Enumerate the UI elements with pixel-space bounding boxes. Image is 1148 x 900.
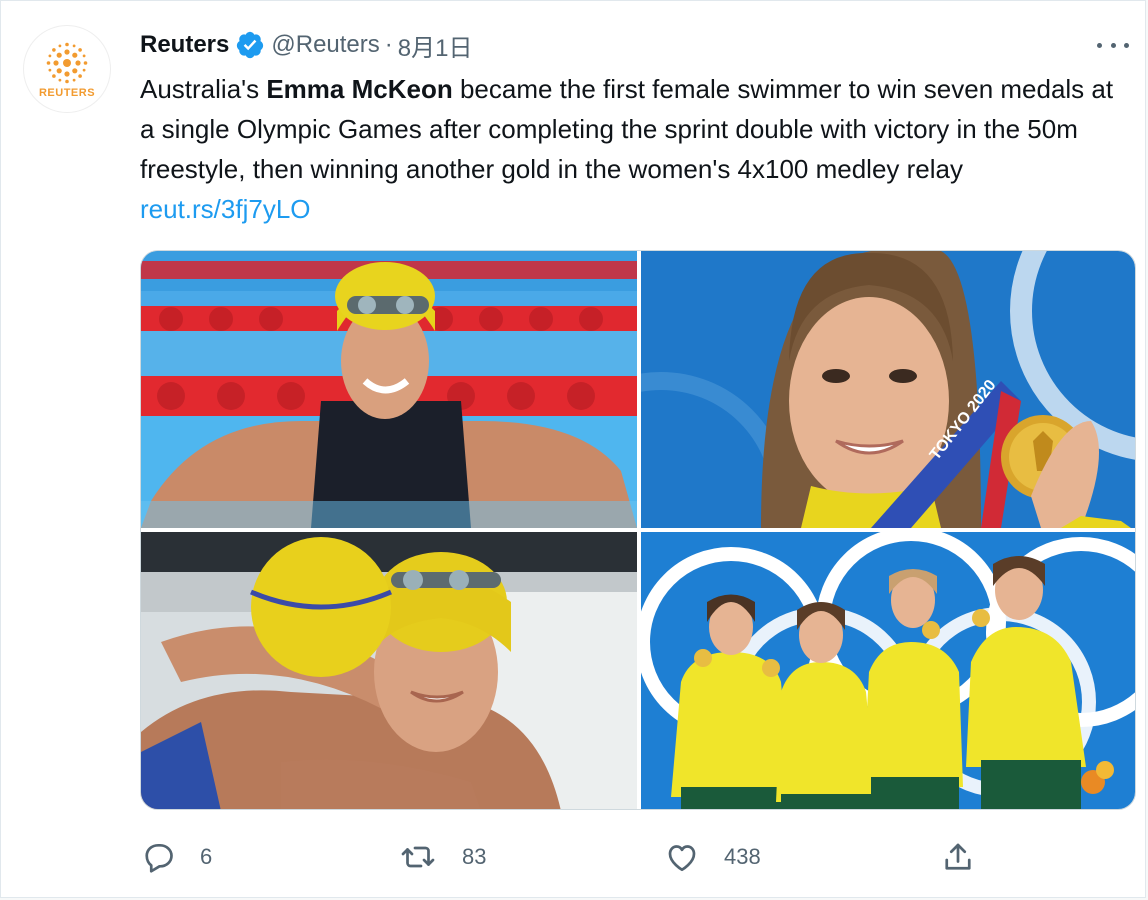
tweet-actions: 6 83 438 [140,837,1125,877]
like-count: 438 [724,844,761,869]
reply-icon [145,843,173,873]
more-dot-icon [1110,42,1116,48]
verified-badge-icon [237,31,264,59]
retweet-count: 83 [462,844,487,869]
more-dot-icon [1124,42,1129,48]
heart-icon [668,845,696,872]
tweet-text-bold-name: Emma McKeon [266,74,453,104]
tweet-link[interactable]: reut.rs/3fj7yLO [140,194,311,224]
like-button[interactable]: 438 [664,837,761,877]
swimmer-in-pool-image [141,251,637,528]
photo-swimmers-hugging[interactable] [141,532,637,809]
header-separator: · [384,31,393,58]
retweet-button[interactable]: 83 [398,837,486,877]
photo-swimmer-in-pool[interactable] [141,251,637,528]
more-dot-icon [1097,42,1102,48]
medal-closeup-image: TOKYO 2020 [641,251,1135,528]
share-button[interactable] [940,837,1000,877]
photo-medal-closeup[interactable]: TOKYO 2020 [641,251,1135,528]
relay-team-podium-image [641,532,1135,809]
tweet-header: Reuters @Reuters · 8月1日 [140,27,472,63]
reuters-avatar[interactable]: REUTERS [23,25,111,113]
tweet-card[interactable]: REUTERS Reuters @Reuters · 8月1日 Australi… [0,0,1146,898]
author-handle[interactable]: @Reuters [271,31,379,59]
reuters-logo-icon [46,42,88,84]
tweet-date[interactable]: 8月1日 [398,28,473,63]
avatar-wordmark: REUTERS [38,87,96,99]
reply-count: 6 [200,844,213,869]
tweet-text-part1: Australia's [140,74,267,104]
tweet-text: Australia's Emma McKeon became the first… [140,69,1125,229]
photo-relay-team-podium[interactable] [641,532,1135,809]
reply-button[interactable]: 6 [140,837,212,877]
retweet-icon [401,846,435,868]
more-options-button[interactable] [1097,35,1129,55]
author-name[interactable]: Reuters [140,31,229,59]
swimmers-hugging-image [141,532,637,809]
share-icon [945,843,971,870]
media-grid: TOKYO 2020 [140,250,1136,810]
